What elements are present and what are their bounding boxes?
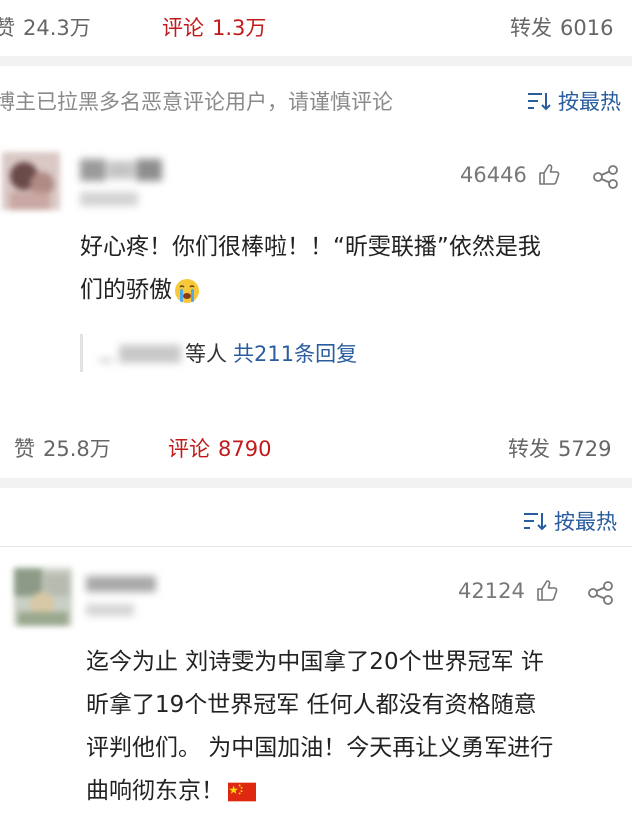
comment-count: 8790 (218, 437, 272, 461)
comment-line: 曲响彻东京！ (86, 778, 224, 804)
comment-label: 评论 (168, 437, 210, 461)
repost-stat[interactable]: 转发 5729 (508, 433, 611, 463)
view-replies-link[interactable]: 共211条回复 (233, 338, 357, 368)
username[interactable] (80, 157, 164, 187)
sort-icon (528, 93, 551, 111)
reply-usernames (99, 345, 181, 363)
sort-icon (524, 513, 547, 531)
sort-hot-button[interactable]: 按最热 (526, 86, 621, 116)
section-divider (0, 478, 632, 488)
thumbs-up-icon (537, 580, 558, 601)
comment-line: 评判他们。 为中国加油！今天再让义勇军进行 (86, 735, 554, 761)
comment-body: 迄今为止 刘诗雯为中国拿了20个世界冠军 许 昕拿了19个世界冠军 任何人都没有… (86, 641, 626, 813)
comment-notice: 博主已拉黑多名恶意评论用户，请谨慎评论 (0, 90, 393, 114)
sort-label: 按最热 (554, 510, 617, 534)
reply-preview[interactable]: 等人 共211条回复 (80, 334, 357, 372)
comment-line: 昕拿了19个世界冠军 任何人都没有资格随意 (86, 692, 537, 718)
china-flag-emoji (228, 782, 256, 801)
like-count: 24.3万 (23, 16, 91, 40)
comment-line: 迄今为止 刘诗雯为中国拿了20个世界冠军 许 (86, 649, 544, 675)
repost-label: 转发 (508, 437, 550, 461)
comment-body: 好心疼！你们很棒啦！！“昕雯联播”依然是我 们的骄傲 (80, 226, 620, 312)
like-label: 赞 (14, 437, 35, 461)
repost-label: 转发 (510, 16, 552, 40)
user-meta (86, 602, 136, 622)
comment-line: 好心疼！你们很棒啦！！“昕雯联播”依然是我 (80, 234, 541, 260)
reply-suffix: 等人 (185, 342, 227, 366)
username[interactable] (86, 572, 158, 600)
comment-stat[interactable]: 评论 8790 (168, 433, 271, 463)
comment-line: 们的骄傲 (80, 277, 172, 303)
sort-divider (0, 546, 632, 547)
avatar[interactable] (14, 568, 72, 626)
sort-label: 按最热 (558, 90, 621, 114)
share-icon (588, 581, 613, 605)
repost-stat[interactable]: 转发 6016 (510, 12, 613, 42)
thumbs-up-icon (539, 164, 560, 185)
share-icon (593, 165, 618, 189)
avatar[interactable] (2, 152, 60, 210)
share-button[interactable] (588, 581, 614, 609)
repost-count: 5729 (558, 437, 612, 461)
user-meta (80, 190, 140, 212)
repost-count: 6016 (560, 16, 614, 40)
like-label: 赞 (0, 16, 15, 40)
comment-label: 评论 (162, 16, 204, 40)
like-button[interactable]: 42124 (458, 579, 559, 603)
like-count: 25.8万 (43, 437, 111, 461)
share-button[interactable] (593, 165, 619, 193)
sort-hot-button[interactable]: 按最热 (522, 506, 617, 536)
like-stat[interactable]: 赞 25.8万 (14, 433, 111, 463)
comment-count: 1.3万 (212, 16, 267, 40)
comment-stat[interactable]: 评论 1.3万 (162, 12, 266, 42)
like-stat[interactable]: 赞 24.3万 (0, 12, 91, 42)
like-button[interactable]: 46446 (460, 163, 561, 187)
like-count: 46446 (460, 163, 527, 187)
like-count: 42124 (458, 579, 525, 603)
crying-face-emoji (175, 278, 199, 303)
section-divider (0, 56, 632, 66)
